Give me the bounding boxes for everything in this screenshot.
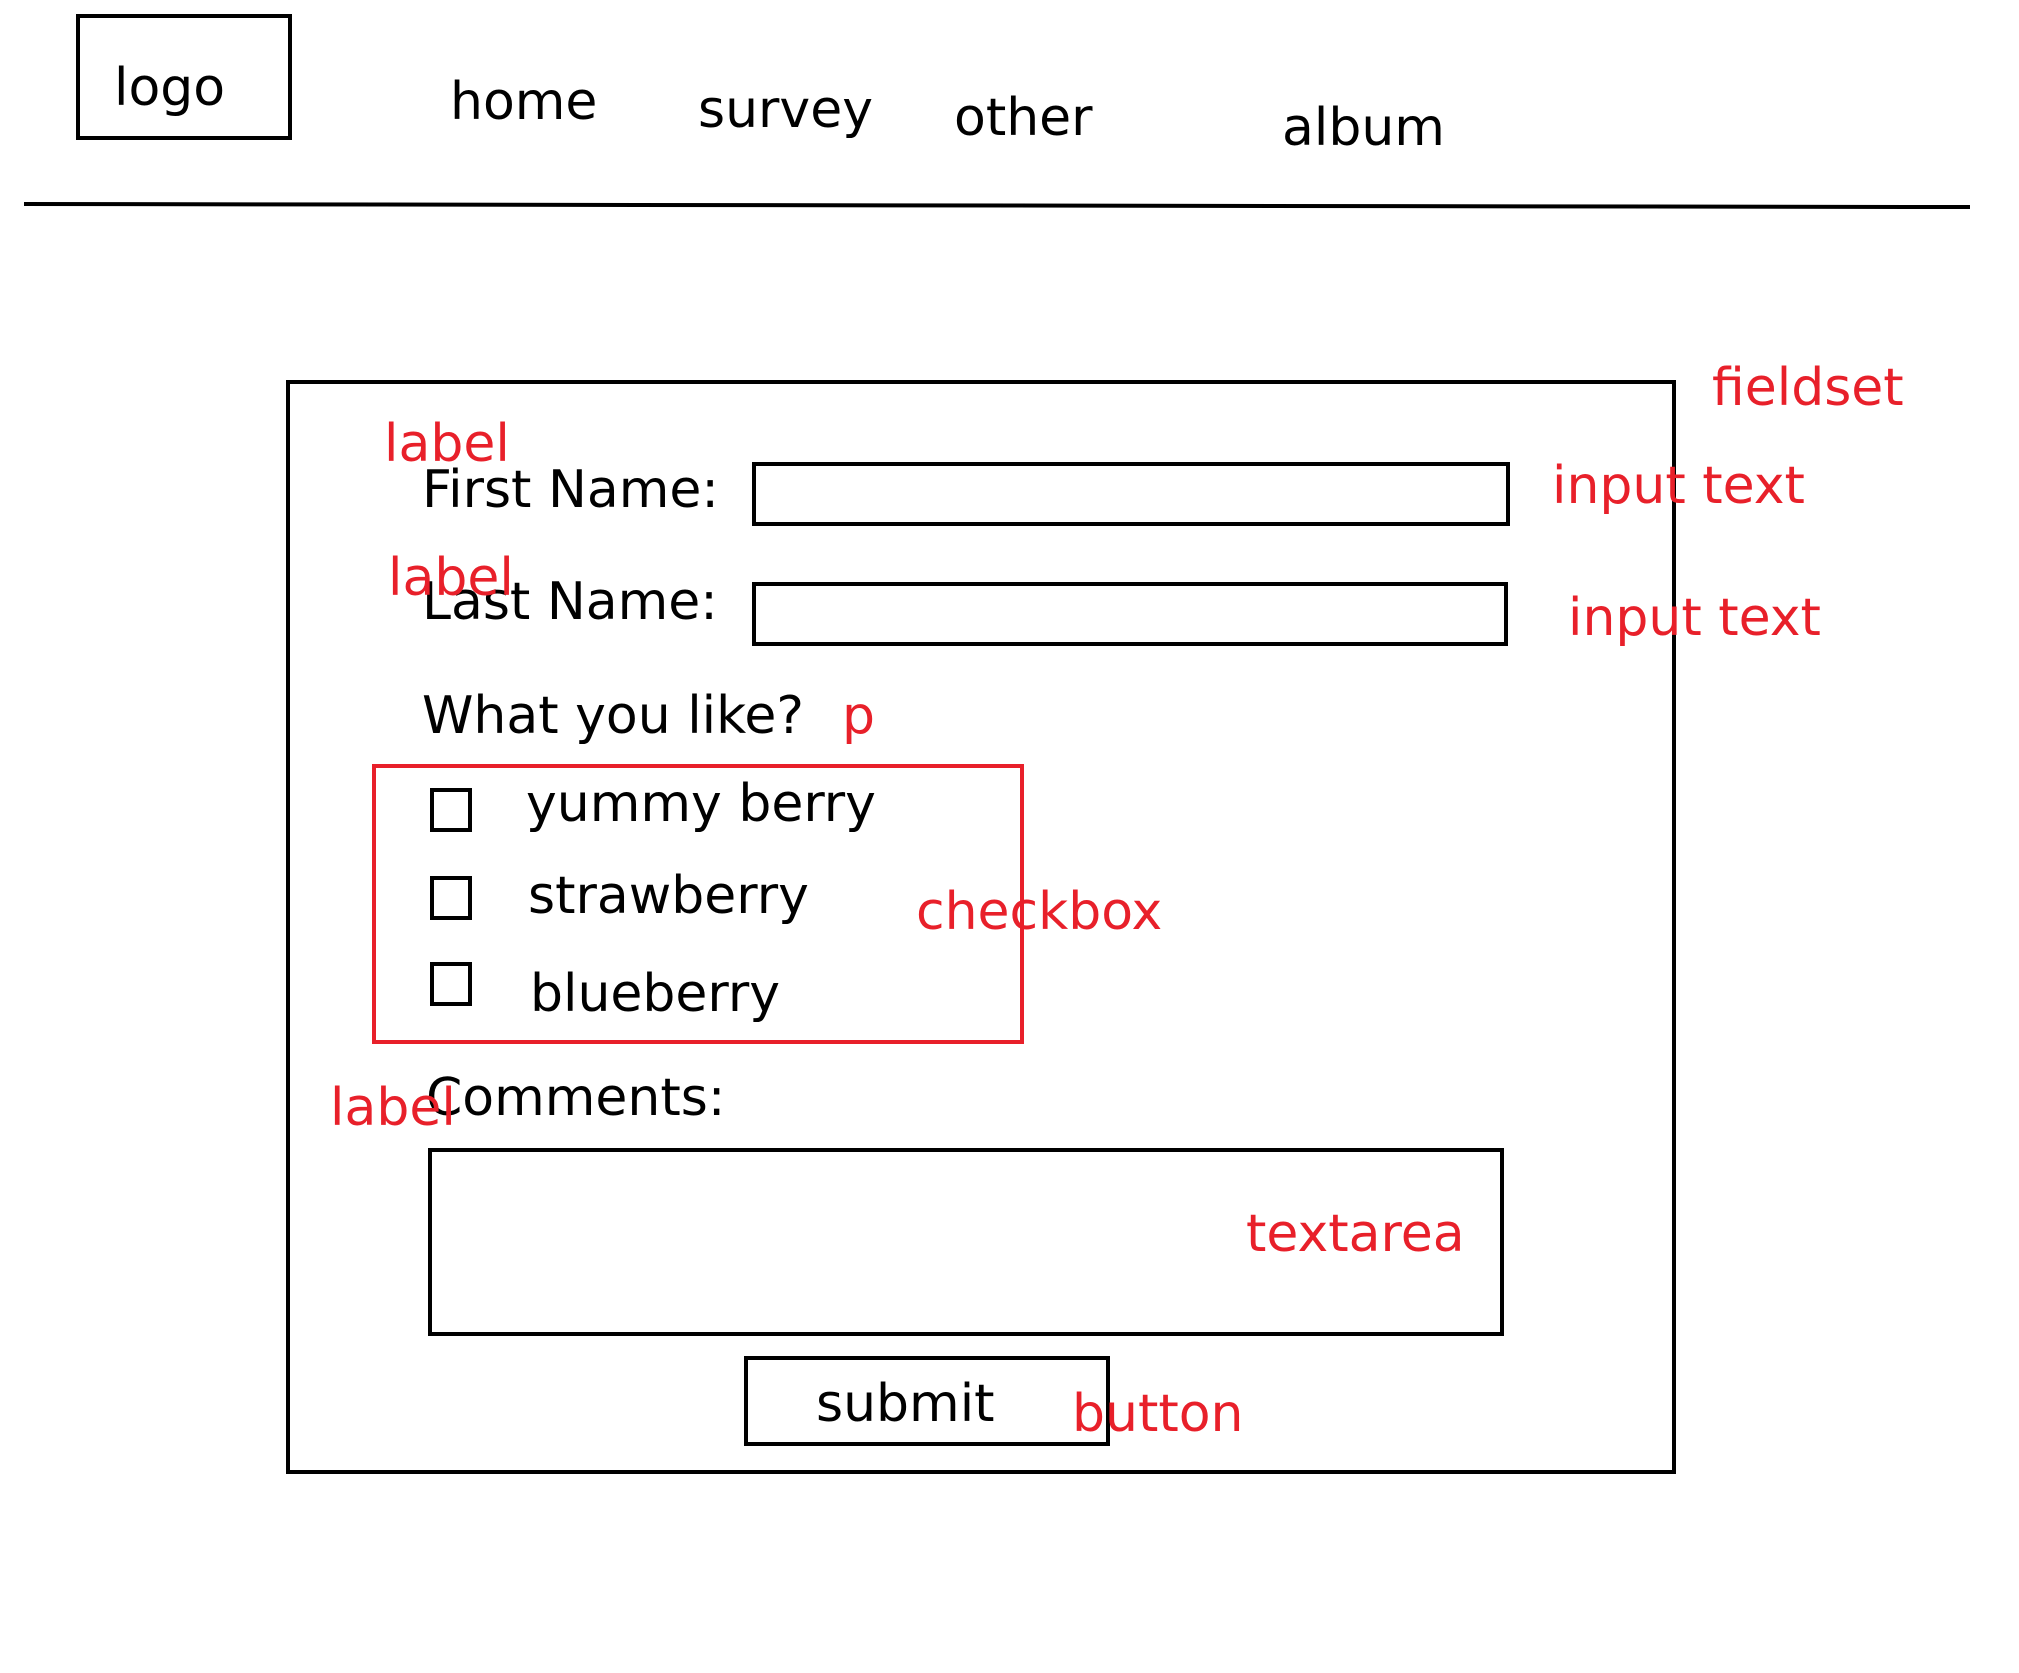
annotation-textarea: textarea	[1246, 1204, 1465, 1264]
option-yummy-berry: yummy berry	[526, 774, 876, 834]
option-strawberry: strawberry	[528, 866, 809, 926]
header-divider	[23, 202, 1971, 210]
annotation-checkbox: checkbox	[916, 882, 1163, 942]
nav-survey[interactable]: survey	[698, 84, 873, 136]
annotation-fieldset: fieldset	[1712, 358, 1904, 418]
annotation-label-last: label	[388, 548, 514, 608]
submit-button-label: submit	[816, 1374, 995, 1434]
annotation-input-text-first: input text	[1552, 456, 1805, 516]
checkbox-yummy-berry[interactable]	[430, 788, 472, 832]
annotation-p: p	[842, 686, 876, 746]
annotation-label-comments: label	[330, 1078, 456, 1138]
nav-album[interactable]: album	[1282, 102, 1445, 154]
checkbox-strawberry[interactable]	[430, 876, 472, 920]
logo-text: logo	[114, 58, 226, 118]
checkbox-blueberry[interactable]	[430, 962, 472, 1006]
nav-other[interactable]: other	[954, 92, 1093, 144]
annotation-label-first: label	[384, 414, 510, 474]
option-blueberry: blueberry	[530, 964, 781, 1024]
last-name-input[interactable]	[752, 582, 1508, 646]
annotation-button: button	[1072, 1384, 1244, 1444]
first-name-input[interactable]	[752, 462, 1510, 526]
nav-home[interactable]: home	[450, 76, 597, 128]
question-paragraph: What you like?	[422, 686, 804, 746]
comments-label: Comments:	[426, 1068, 726, 1128]
annotation-input-text-last: input text	[1568, 588, 1821, 648]
